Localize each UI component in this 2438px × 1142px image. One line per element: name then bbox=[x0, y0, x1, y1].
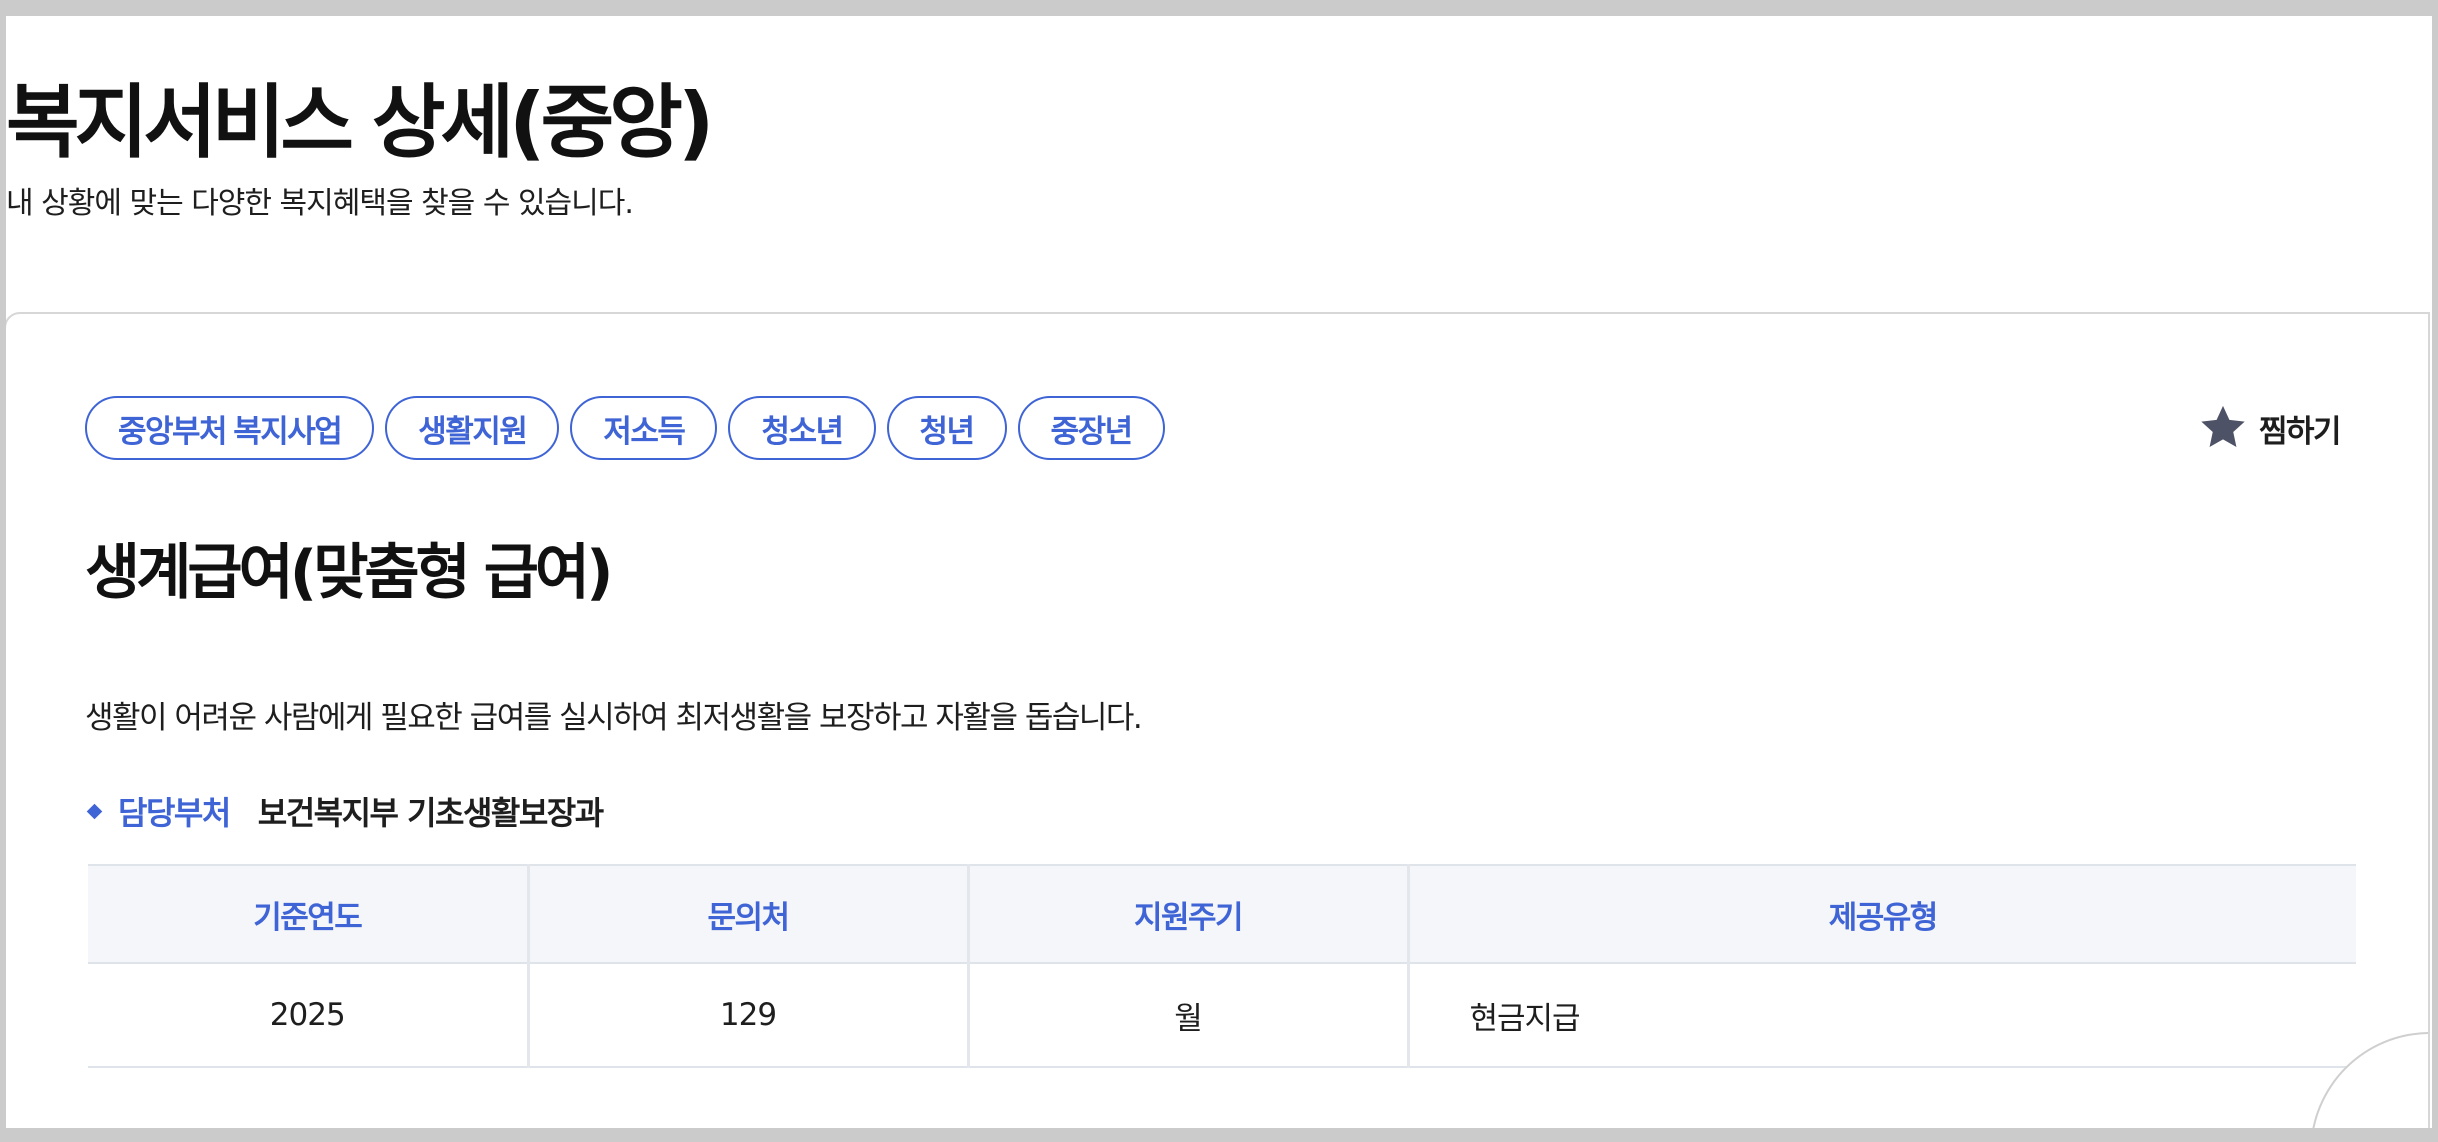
tag-young-adult[interactable]: 청년 bbox=[886, 396, 1007, 460]
tag-life-support[interactable]: 생활지원 bbox=[385, 396, 560, 460]
cell-support-cycle: 월 bbox=[966, 963, 1408, 1068]
tag-middle-aged[interactable]: 중장년 bbox=[1017, 396, 1165, 460]
star-icon bbox=[2197, 402, 2249, 454]
header-support-cycle: 지원주기 bbox=[966, 864, 1408, 964]
service-title: 생계급여(맞춤형 급여) bbox=[85, 538, 614, 608]
header-contact: 문의처 bbox=[526, 864, 968, 964]
cell-contact: 129 bbox=[526, 963, 968, 1068]
cell-base-year: 2025 bbox=[88, 963, 528, 1068]
page-frame: 복지서비스 상세(중앙) 내 상황에 맞는 다양한 복지혜택을 찾을 수 있습니… bbox=[6, 16, 2432, 1128]
page-header: 복지서비스 상세(중앙) 내 상황에 맞는 다양한 복지혜택을 찾을 수 있습니… bbox=[6, 16, 2432, 314]
table-row: 2025 129 월 현금지급 bbox=[88, 963, 2356, 1068]
department-label: 담당부처 bbox=[118, 794, 231, 832]
header-provision-type: 제공유형 bbox=[1406, 864, 2356, 964]
service-info-table: 기준연도 문의처 지원주기 제공유형 2025 129 월 현금지급 bbox=[88, 864, 2356, 1068]
diamond-bullet-icon bbox=[86, 803, 103, 819]
service-tags: 중앙부처 복지사업 생활지원 저소득 청소년 청년 중장년 bbox=[85, 396, 1165, 460]
tag-youth-teen[interactable]: 청소년 bbox=[728, 396, 876, 460]
tag-low-income[interactable]: 저소득 bbox=[570, 396, 718, 460]
cell-provision-type: 현금지급 bbox=[1406, 963, 2356, 1068]
department-info: 담당부처 보건복지부 기초생활보장과 bbox=[85, 788, 604, 834]
service-detail-card: 중앙부처 복지사업 생활지원 저소득 청소년 청년 중장년 찜하기 생계급여(맞… bbox=[6, 312, 2430, 1128]
bookmark-button[interactable]: 찜하기 bbox=[2197, 396, 2342, 460]
department-value: 보건복지부 기초생활보장과 bbox=[257, 794, 604, 832]
page-subtitle: 내 상황에 맞는 다양한 복지혜택을 찾을 수 있습니다. bbox=[6, 186, 634, 221]
tag-central-ministry-welfare[interactable]: 중앙부처 복지사업 bbox=[85, 396, 375, 460]
table-header-row: 기준연도 문의처 지원주기 제공유형 bbox=[88, 864, 2356, 964]
service-description: 생활이 어려운 사람에게 필요한 급여를 실시하여 최저생활을 보장하고 자활을… bbox=[85, 700, 1143, 736]
header-base-year: 기준연도 bbox=[88, 864, 528, 964]
bookmark-label: 찜하기 bbox=[2258, 413, 2342, 450]
page-title: 복지서비스 상세(중앙) bbox=[6, 76, 714, 169]
